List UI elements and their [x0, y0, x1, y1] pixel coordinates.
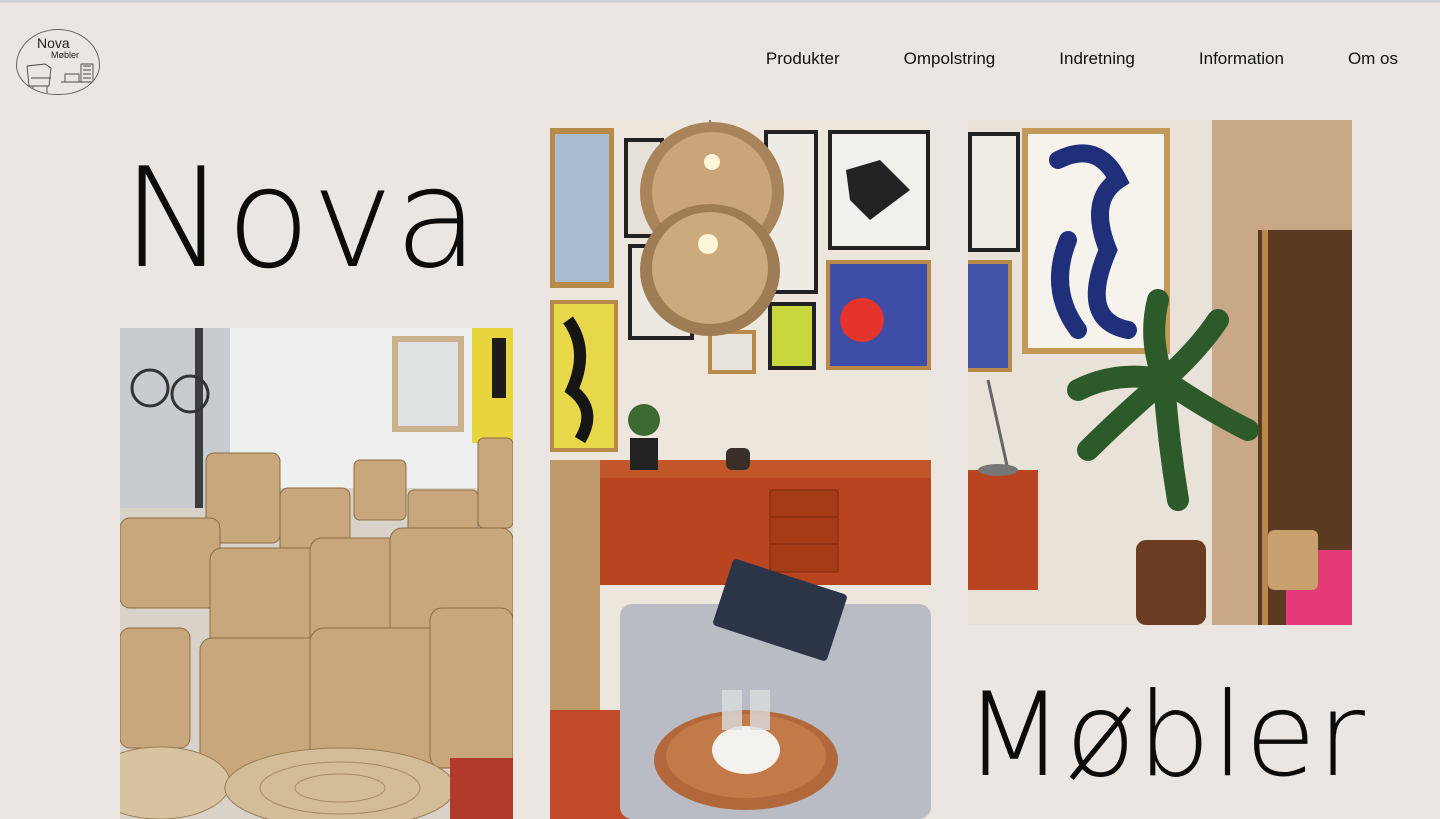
hero-word-mobler: Møbler [964, 668, 1366, 803]
living-room-lamp-photo [550, 120, 931, 819]
nav-indretning[interactable]: Indretning [1059, 49, 1135, 69]
nav-information[interactable]: Information [1199, 49, 1284, 69]
nav-produkter[interactable]: Produkter [766, 49, 840, 69]
nav-om-os[interactable]: Om os [1348, 49, 1398, 69]
chair-sketch-icon [26, 63, 94, 93]
top-border [0, 0, 1440, 3]
nav-ompolstring[interactable]: Ompolstring [904, 49, 996, 69]
plant-art-photo [968, 120, 1352, 625]
logo-line2: Møbler [51, 50, 80, 60]
main-nav: Produkter Ompolstring Indretning Informa… [766, 49, 1398, 69]
basket-shop-photo [120, 328, 513, 819]
logo-line1: Nova [37, 35, 70, 51]
nova-mobler-logo[interactable]: Nova Møbler [16, 29, 100, 95]
hero-word-nova: Nova [122, 138, 480, 299]
